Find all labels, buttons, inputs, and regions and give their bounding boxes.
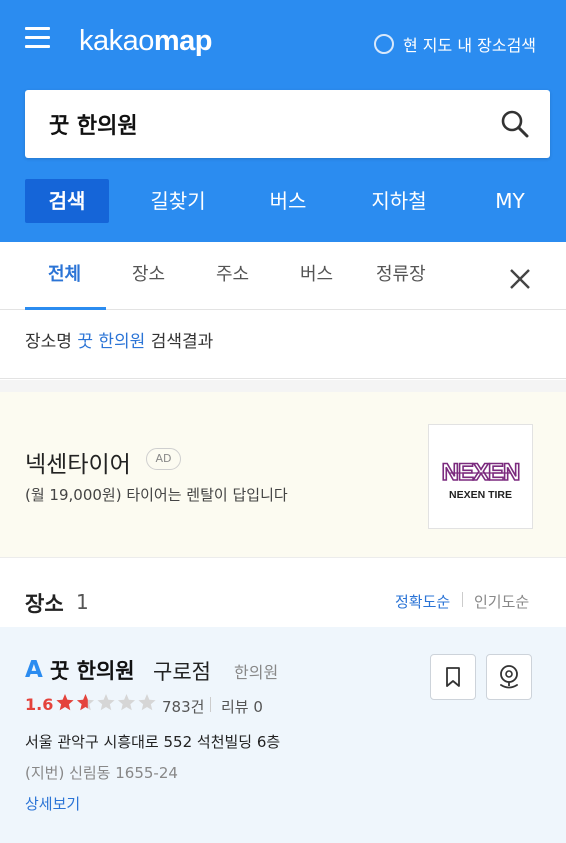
category-tabs: 전체 장소 주소 버스 정류장 — [0, 242, 566, 310]
mode-tabs: 검색 길찾기 버스 지하철 MY — [25, 179, 550, 223]
logo-light-text: kakao — [79, 25, 154, 57]
tab-place[interactable]: 장소 — [132, 260, 165, 286]
ad-banner[interactable]: 넥센타이어 AD (월 19,000원) 타이어는 렌탈이 답입니다 NEXEN… — [0, 392, 566, 558]
places-title: 장소 — [25, 592, 64, 616]
area-search-label: 현 지도 내 장소검색 — [403, 36, 537, 55]
result-keyword: 꿋 한의원 — [77, 332, 146, 352]
rating-score: 1.6 — [25, 695, 54, 714]
place-branch[interactable]: 구로점 — [153, 656, 211, 686]
tab-my[interactable]: MY — [475, 179, 545, 223]
area-search-toggle[interactable]: 현 지도 내 장소검색 — [374, 32, 536, 56]
roadview-button[interactable] — [486, 654, 532, 700]
star-empty-icon — [138, 694, 156, 711]
kakaomap-logo[interactable]: kakaomap — [79, 24, 213, 58]
search-box — [25, 90, 550, 158]
app-header: kakaomap 현 지도 내 장소검색 검색 길찾기 버스 지하철 MY — [0, 0, 566, 242]
ad-title: 넥센타이어 — [25, 452, 131, 478]
places-count: 1 — [76, 590, 89, 614]
roadview-icon — [500, 665, 518, 689]
radio-circle-icon — [374, 34, 394, 54]
ad-description: (월 19,000원) 타이어는 렌탈이 답입니다 — [25, 486, 288, 504]
place-marker-letter: A — [25, 657, 43, 683]
sort-by-popularity[interactable]: 인기도순 — [474, 591, 529, 612]
logo-bold-text: map — [153, 25, 213, 57]
tab-bus-stop[interactable]: 정류장 — [376, 260, 426, 286]
sort-divider — [462, 592, 463, 607]
tab-subway[interactable]: 지하철 — [355, 179, 443, 223]
result-suffix: 검색결과 — [150, 332, 214, 352]
section-divider — [0, 380, 566, 392]
star-empty-icon — [117, 694, 136, 711]
tab-address[interactable]: 주소 — [216, 260, 249, 286]
save-button[interactable] — [430, 654, 476, 700]
review-divider — [210, 697, 211, 712]
review-count[interactable]: 783건 — [162, 696, 204, 717]
active-tab-underline — [25, 307, 106, 310]
tab-bus-route[interactable]: 버스 — [300, 260, 333, 286]
result-prefix: 장소명 — [25, 332, 72, 352]
tab-bus[interactable]: 버스 — [250, 179, 326, 223]
star-filled-icon — [56, 694, 74, 711]
review-label[interactable]: 리뷰 0 — [221, 696, 263, 717]
ad-badge: AD — [146, 448, 181, 470]
hamburger-menu-icon[interactable] — [25, 27, 50, 49]
star-empty-icon — [97, 694, 115, 711]
close-icon[interactable] — [509, 268, 531, 290]
bookmark-icon — [446, 667, 460, 687]
search-icon[interactable] — [500, 109, 530, 139]
place-category: 한의원 — [234, 663, 279, 682]
place-details-link[interactable]: 상세보기 — [25, 793, 80, 814]
place-name[interactable]: 꿋 한의원 — [50, 655, 135, 685]
places-header: 장소 1 정확도순 인기도순 — [0, 558, 566, 627]
nexen-tire-logo: NEXEN NEXEN TIRE — [441, 458, 521, 501]
place-list-item[interactable]: A 꿋 한의원 구로점 한의원 1.6 783건 리뷰 0 서울 관악구 시흥대… — [0, 627, 566, 843]
svg-text:NEXEN TIRE: NEXEN TIRE — [449, 489, 512, 501]
place-jibun-address: (지번) 신림동 1655-24 — [25, 764, 178, 782]
ad-logo[interactable]: NEXEN NEXEN TIRE — [428, 424, 533, 529]
star-rating — [56, 694, 156, 711]
tab-all[interactable]: 전체 — [48, 260, 81, 286]
search-input[interactable] — [49, 90, 489, 158]
sort-by-accuracy[interactable]: 정확도순 — [395, 591, 450, 612]
search-result-summary: 장소명 꿋 한의원 검색결과 — [0, 311, 566, 379]
place-address: 서울 관악구 시흥대로 552 석천빌딩 6층 — [25, 733, 281, 751]
tab-directions[interactable]: 길찾기 — [133, 179, 223, 223]
tab-search[interactable]: 검색 — [25, 179, 109, 223]
